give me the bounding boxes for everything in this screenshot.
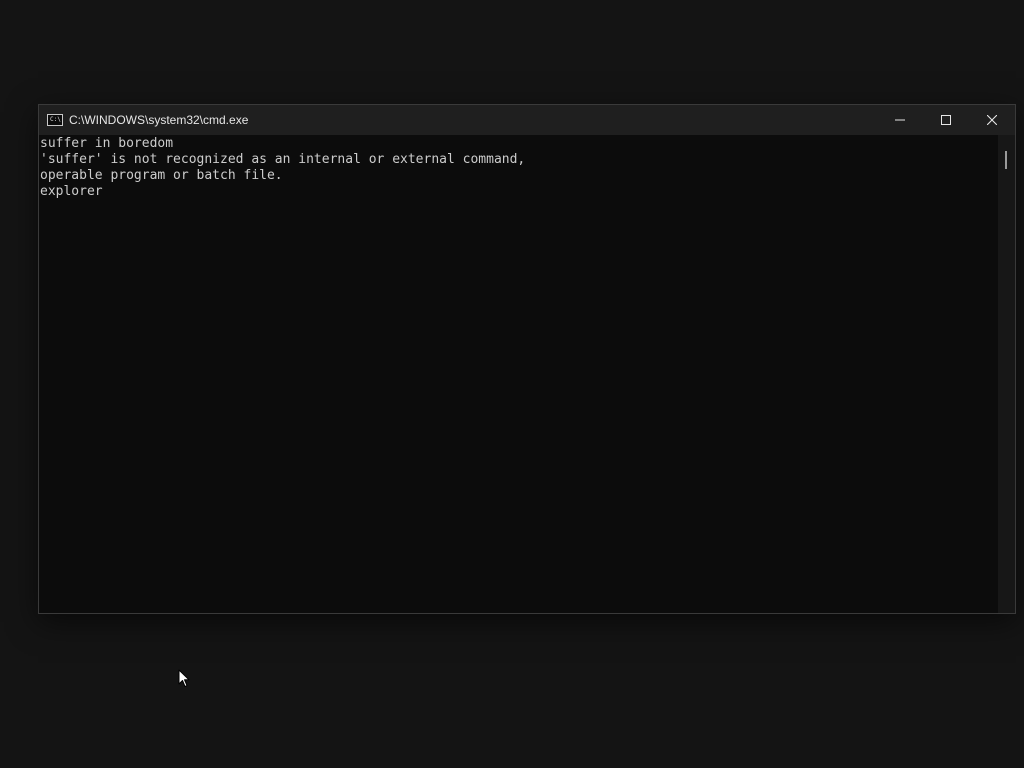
close-button[interactable] bbox=[969, 105, 1015, 135]
console-line: operable program or batch file. bbox=[40, 168, 283, 183]
close-icon bbox=[987, 115, 997, 125]
title-bar[interactable]: C:\ C:\WINDOWS\system32\cmd.exe bbox=[39, 105, 1015, 135]
scroll-thumb[interactable] bbox=[1005, 151, 1007, 169]
maximize-icon bbox=[941, 115, 951, 125]
desktop: C:\ C:\WINDOWS\system32\cmd.exe suffer i… bbox=[0, 0, 1024, 768]
cmd-icon-text: C:\ bbox=[50, 116, 61, 123]
console-lines: suffer in boredom 'suffer' is not recogn… bbox=[40, 136, 525, 200]
cmd-icon: C:\ bbox=[47, 114, 63, 126]
console-output[interactable]: suffer in boredom 'suffer' is not recogn… bbox=[39, 135, 999, 613]
console-line: 'suffer' is not recognized as an interna… bbox=[40, 152, 526, 167]
minimize-button[interactable] bbox=[877, 105, 923, 135]
console-line: explorer bbox=[40, 184, 103, 199]
vertical-scrollbar[interactable] bbox=[998, 135, 1015, 613]
cmd-window[interactable]: C:\ C:\WINDOWS\system32\cmd.exe suffer i… bbox=[38, 104, 1016, 614]
maximize-button[interactable] bbox=[923, 105, 969, 135]
mouse-pointer-icon bbox=[178, 669, 190, 692]
minimize-icon bbox=[895, 119, 905, 121]
window-controls bbox=[877, 105, 1015, 135]
window-title: C:\WINDOWS\system32\cmd.exe bbox=[69, 113, 249, 127]
console-line: suffer in boredom bbox=[40, 136, 174, 151]
